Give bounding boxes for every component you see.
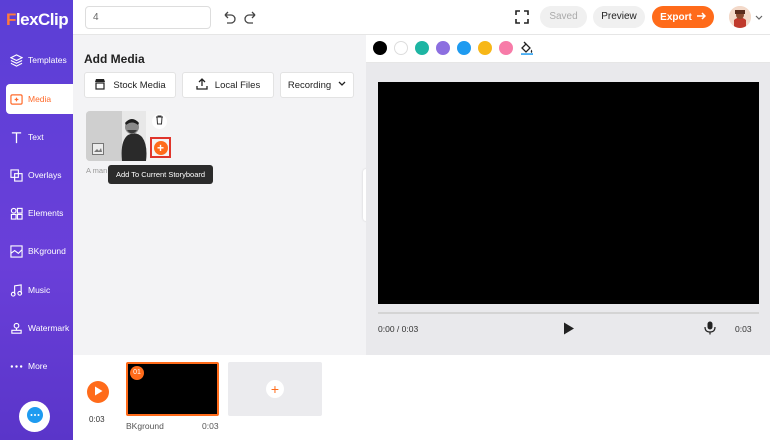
background-icon	[9, 244, 23, 258]
preview-button[interactable]: Preview	[593, 6, 645, 28]
fullscreen-icon[interactable]	[515, 10, 529, 24]
sidebar-item-label: Elements	[28, 208, 64, 218]
undo-icon[interactable]	[221, 9, 237, 25]
top-bar: Saved Preview Export	[73, 0, 770, 35]
tooltip: Add To Current Storyboard	[108, 165, 213, 184]
stock-media-label: Stock Media	[113, 79, 166, 91]
play-button[interactable]	[87, 381, 109, 403]
sidebar-item-label: Media	[28, 94, 52, 104]
sidebar-item-label: More	[28, 361, 48, 371]
chevron-down-icon	[338, 80, 346, 91]
media-panel: Add Media Stock Media Local Files Record…	[73, 35, 366, 355]
local-files-label: Local Files	[214, 79, 261, 91]
plus-icon: +	[266, 380, 284, 398]
sidebar-item-media[interactable]: Media	[6, 84, 73, 114]
sidebar-item-bkground[interactable]: BKground	[0, 236, 73, 266]
music-icon	[9, 283, 23, 297]
plus-icon: +	[153, 140, 168, 155]
video-canvas[interactable]	[378, 82, 759, 304]
logo-f: F	[6, 10, 16, 29]
layers-icon	[9, 53, 23, 67]
panel-title: Add Media	[84, 52, 145, 66]
sidebar: FlexClip Templates Media Text Overlays E…	[0, 0, 73, 440]
sidebar-item-templates[interactable]: Templates	[0, 45, 73, 75]
stock-media-button[interactable]: Stock Media	[84, 72, 176, 98]
sidebar-item-overlays[interactable]: Overlays	[0, 160, 73, 190]
play-icon[interactable]	[563, 322, 575, 335]
color-swatch[interactable]	[436, 41, 450, 55]
sidebar-item-label: Templates	[28, 55, 67, 65]
media-label: A man	[86, 166, 108, 175]
recording-label: Recording	[287, 79, 332, 91]
sidebar-item-label: Text	[28, 132, 44, 142]
image-type-icon	[92, 143, 104, 158]
media-icon	[9, 92, 23, 106]
color-swatch[interactable]	[373, 41, 387, 55]
sidebar-item-more[interactable]: More	[0, 351, 73, 381]
clip-label: BKground	[126, 421, 164, 431]
chat-button[interactable]	[19, 401, 50, 432]
sidebar-item-label: BKground	[28, 246, 66, 256]
storyboard-clip[interactable]: 01	[126, 362, 219, 416]
trash-icon	[155, 115, 164, 128]
background-color-bar	[366, 35, 770, 63]
watermark-icon	[9, 321, 23, 335]
redo-icon[interactable]	[243, 9, 259, 25]
app-logo[interactable]: FlexClip	[6, 10, 69, 30]
delete-button[interactable]	[152, 114, 167, 129]
avatar[interactable]	[729, 6, 751, 28]
time-readout: 0:00 / 0:03	[378, 324, 419, 334]
paint-bucket-icon[interactable]	[520, 41, 534, 55]
sidebar-item-label: Overlays	[28, 170, 62, 180]
overlays-icon	[9, 168, 23, 182]
sidebar-item-music[interactable]: Music	[0, 275, 73, 305]
project-title-input[interactable]	[85, 6, 211, 29]
play-icon	[94, 386, 103, 399]
add-scene-button[interactable]: +	[228, 362, 322, 416]
recording-dropdown[interactable]: Recording	[280, 72, 354, 98]
clip-duration: 0:03	[202, 421, 219, 431]
elements-icon	[9, 206, 23, 220]
timeline: 0:03 01 BKground 0:03 +	[73, 355, 770, 440]
arrow-right-icon	[696, 11, 706, 24]
clip-number: 01	[130, 366, 144, 380]
upload-icon	[196, 77, 208, 93]
logo-text: lexClip	[15, 10, 69, 29]
chevron-down-icon[interactable]	[755, 13, 763, 21]
add-to-storyboard-button[interactable]: +	[150, 137, 171, 158]
progress-bar[interactable]	[378, 312, 759, 314]
sidebar-item-label: Music	[28, 285, 51, 295]
export-button[interactable]: Export	[652, 6, 714, 28]
sidebar-item-text[interactable]: Text	[0, 122, 73, 152]
export-label: Export	[660, 11, 692, 23]
microphone-icon[interactable]	[704, 321, 716, 335]
chat-icon	[26, 406, 44, 427]
sidebar-item-elements[interactable]: Elements	[0, 198, 73, 228]
saved-button[interactable]: Saved	[540, 6, 587, 28]
color-swatch[interactable]	[415, 41, 429, 55]
color-swatch[interactable]	[394, 41, 408, 55]
color-swatch[interactable]	[499, 41, 513, 55]
more-icon	[9, 359, 23, 373]
store-icon	[94, 78, 106, 93]
color-swatch[interactable]	[478, 41, 492, 55]
color-swatch[interactable]	[457, 41, 471, 55]
timeline-time: 0:03	[89, 415, 105, 424]
preview-area: 0:00 / 0:03 0:03	[366, 35, 770, 355]
text-icon	[9, 130, 23, 144]
local-files-button[interactable]: Local Files	[182, 72, 274, 98]
sidebar-item-label: Watermark	[28, 323, 70, 333]
sidebar-item-watermark[interactable]: Watermark	[0, 313, 73, 343]
duration: 0:03	[735, 324, 752, 334]
